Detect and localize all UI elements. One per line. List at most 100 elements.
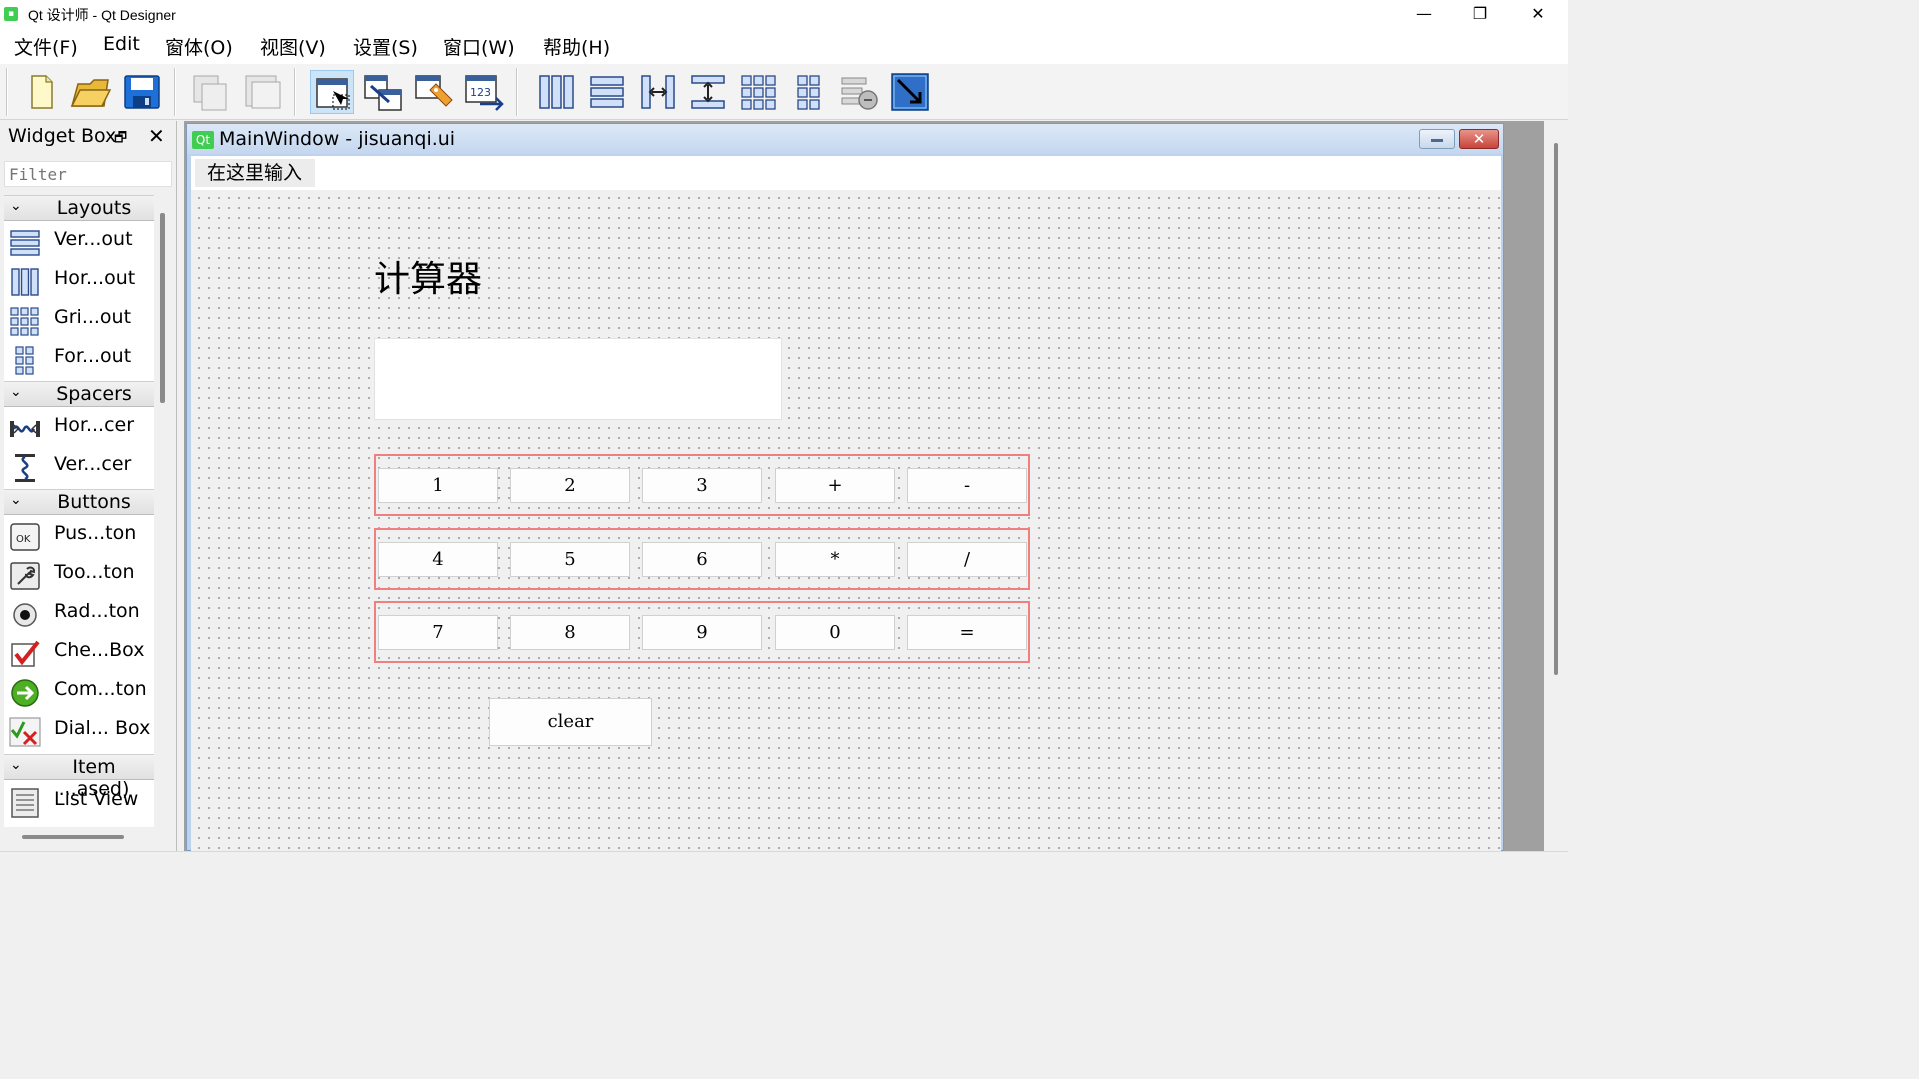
break-layout-icon[interactable] <box>838 70 882 114</box>
new-file-icon[interactable] <box>18 70 62 114</box>
widget-box-vertical-scrollbar[interactable] <box>160 213 165 403</box>
widget-vertical-layout[interactable]: Ver...out <box>4 223 154 261</box>
check-box-icon <box>8 638 42 670</box>
close-button[interactable]: ✕ <box>1510 0 1566 28</box>
button-4[interactable]: 4 <box>378 542 498 577</box>
adjust-size-icon[interactable] <box>888 70 932 114</box>
widget-label: Rad...ton <box>54 600 140 622</box>
widget-tool-button[interactable]: Too...ton <box>4 556 154 594</box>
form-minimize-button[interactable] <box>1419 129 1455 149</box>
button-row-layout-3[interactable]: 7 8 9 0 = <box>374 601 1030 663</box>
open-folder-icon[interactable] <box>68 70 112 114</box>
widget-label: List View <box>54 788 139 810</box>
category-item-views[interactable]: ⌄ Item ...ased) <box>4 754 154 800</box>
widget-list-view[interactable]: List View <box>4 783 154 821</box>
button-divide[interactable]: / <box>907 542 1027 577</box>
layout-grid-icon[interactable] <box>737 70 781 114</box>
form-title: MainWindow - jisuanqi.ui <box>219 128 456 150</box>
save-icon[interactable] <box>120 70 164 114</box>
widget-vertical-spacer[interactable]: Ver...cer <box>4 448 154 486</box>
widget-push-button[interactable]: OK Pus...ton <box>4 517 154 555</box>
menu-form[interactable]: 窗体(O) <box>165 33 233 60</box>
widget-command-link-button[interactable]: Com...ton <box>4 673 154 711</box>
form-window[interactable]: Qt MainWindow - jisuanqi.ui ✕ 在这里输入 计算器 … <box>186 123 1504 852</box>
button-minus[interactable]: - <box>907 468 1027 503</box>
qt-form-icon: Qt <box>192 131 214 149</box>
layout-form-icon[interactable] <box>788 70 832 114</box>
button-0[interactable]: 0 <box>775 615 895 650</box>
button-2[interactable]: 2 <box>510 468 630 503</box>
widget-label: Ver...cer <box>54 453 132 475</box>
edit-signals-slots-icon[interactable] <box>361 70 405 114</box>
button-1[interactable]: 1 <box>378 468 498 503</box>
category-spacers[interactable]: ⌄ Spacers <box>4 381 154 407</box>
form-close-button[interactable]: ✕ <box>1459 129 1499 149</box>
edit-widgets-icon[interactable] <box>310 70 354 114</box>
form-layout-icon <box>8 344 42 376</box>
toolbar-handle[interactable] <box>6 68 8 116</box>
widget-label: Dial... Box <box>54 717 151 739</box>
edit-buddies-icon[interactable] <box>412 70 456 114</box>
layout-vertical-icon[interactable] <box>585 70 629 114</box>
layout-horizontal-icon[interactable] <box>534 70 578 114</box>
type-here-menu-placeholder[interactable]: 在这里输入 <box>195 159 315 187</box>
button-3[interactable]: 3 <box>642 468 762 503</box>
menu-window[interactable]: 窗口(W) <box>443 33 515 60</box>
button-multiply[interactable]: * <box>775 542 895 577</box>
widget-label: Com...ton <box>54 678 147 700</box>
category-label: Buttons <box>57 491 131 513</box>
layout-vertical-splitter-icon[interactable] <box>686 70 730 114</box>
widget-radio-button[interactable]: Rad...ton <box>4 595 154 633</box>
layout-horizontal-splitter-icon[interactable] <box>636 70 680 114</box>
button-plus[interactable]: + <box>775 468 895 503</box>
minimize-button[interactable]: — <box>1396 0 1452 28</box>
widget-label: Che...Box <box>54 639 145 661</box>
button-row-layout-1[interactable]: 1 2 3 + - <box>374 454 1030 516</box>
button-row-layout-2[interactable]: 4 5 6 * / <box>374 528 1030 590</box>
form-canvas[interactable]: 计算器 1 2 3 + - 4 5 6 * / 7 8 9 0 = clear <box>191 190 1501 852</box>
maximize-button[interactable]: ❐ <box>1452 0 1508 28</box>
paste-icon[interactable] <box>240 70 284 114</box>
widget-form-layout[interactable]: For...out <box>4 340 154 378</box>
edit-tab-order-icon[interactable]: 123 <box>462 70 506 114</box>
toolbar-separator <box>294 68 296 116</box>
list-view-icon <box>8 787 42 819</box>
widget-horizontal-layout[interactable]: Hor...out <box>4 262 154 300</box>
button-6[interactable]: 6 <box>642 542 762 577</box>
copy-icon[interactable] <box>188 70 232 114</box>
widget-check-box[interactable]: Che...Box <box>4 634 154 672</box>
grid-layout-icon <box>8 305 42 337</box>
dialog-button-box-icon <box>8 716 42 748</box>
menu-file[interactable]: 文件(F) <box>14 33 78 60</box>
widget-label: Pus...ton <box>54 522 137 544</box>
form-title-bar[interactable]: Qt MainWindow - jisuanqi.ui ✕ <box>187 124 1503 154</box>
category-layouts[interactable]: ⌄ Layouts <box>4 195 154 221</box>
calculator-heading-label[interactable]: 计算器 <box>374 250 482 302</box>
menu-settings[interactable]: 设置(S) <box>353 33 418 60</box>
button-8[interactable]: 8 <box>510 615 630 650</box>
button-equals[interactable]: = <box>907 615 1027 650</box>
widget-horizontal-spacer[interactable]: Hor...cer <box>4 409 154 447</box>
status-bar <box>0 851 1568 882</box>
widget-box-horizontal-scrollbar[interactable] <box>22 835 124 839</box>
category-buttons[interactable]: ⌄ Buttons <box>4 489 154 515</box>
close-dock-icon[interactable]: ✕ <box>148 124 165 148</box>
horizontal-layout-icon <box>8 266 42 298</box>
menu-edit[interactable]: Edit <box>103 33 140 55</box>
clear-button[interactable]: clear <box>489 698 652 746</box>
filter-input[interactable] <box>4 161 172 187</box>
widget-grid-layout[interactable]: Gri...out <box>4 301 154 339</box>
calculator-display[interactable] <box>374 338 782 420</box>
widget-label: Too...ton <box>54 561 135 583</box>
title-bar: ▪ Qt 设计师 - Qt Designer — ❐ ✕ <box>0 0 1568 28</box>
float-dock-icon[interactable]: 🗗 <box>114 127 127 151</box>
menu-help[interactable]: 帮助(H) <box>543 33 610 60</box>
svg-text:123: 123 <box>470 86 491 99</box>
button-7[interactable]: 7 <box>378 615 498 650</box>
mdi-vertical-scrollbar[interactable] <box>1554 143 1558 675</box>
menu-view[interactable]: 视图(V) <box>260 33 326 60</box>
button-5[interactable]: 5 <box>510 542 630 577</box>
button-9[interactable]: 9 <box>642 615 762 650</box>
toolbar-separator <box>516 68 518 116</box>
widget-dialog-button-box[interactable]: Dial... Box <box>4 712 154 750</box>
